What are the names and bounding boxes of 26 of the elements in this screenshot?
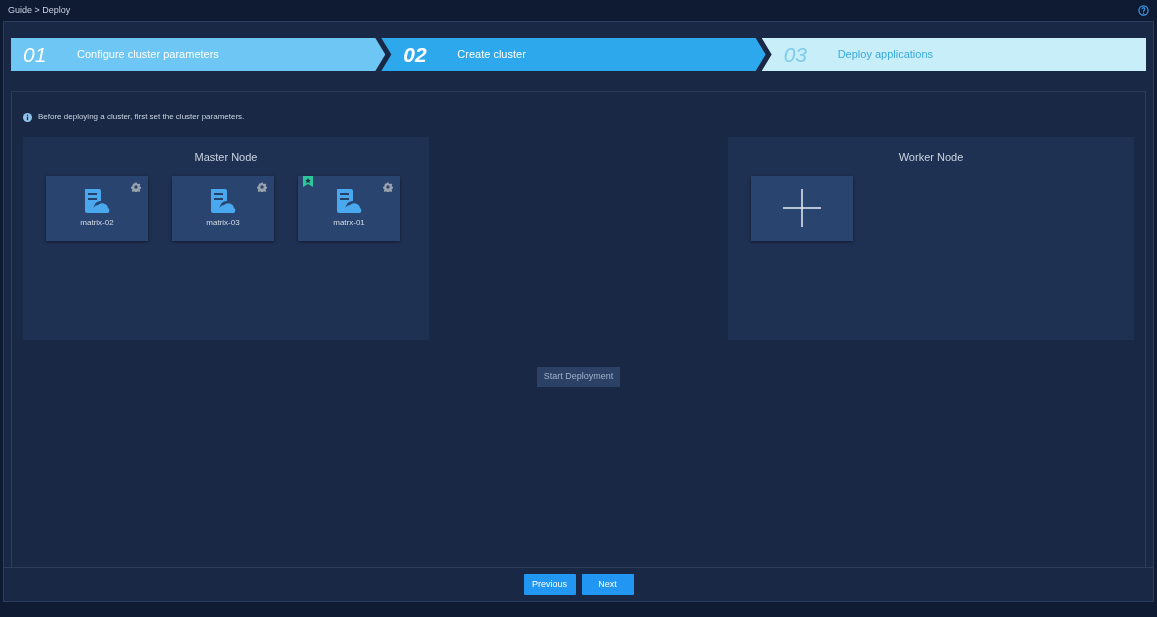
node-name: matrix-03 — [206, 216, 240, 229]
settings-icon[interactable] — [131, 181, 141, 192]
node-card[interactable]: matrix-02 — [46, 175, 148, 241]
plus-icon — [783, 189, 821, 227]
step-number: 03 — [783, 41, 808, 68]
info-icon — [23, 112, 32, 122]
step-label: Configure cluster parameters — [77, 47, 219, 63]
node-card[interactable]: matrix-03 — [172, 175, 274, 241]
node-card[interactable]: matrx-01 — [298, 175, 400, 241]
step-number: 01 — [23, 41, 48, 68]
server-cloud-icon — [335, 187, 363, 214]
breadcrumb: Guide > Deploy — [8, 3, 71, 17]
info-text: Before deploying a cluster, first set the cluster parameters. — [38, 111, 245, 123]
server-cloud-icon — [209, 187, 237, 214]
add-node-button[interactable] — [751, 175, 853, 241]
step-label: Create cluster — [457, 47, 526, 63]
step-label: Deploy applications — [837, 47, 934, 63]
server-cloud-icon — [83, 187, 111, 214]
node-name: matrix-02 — [80, 216, 114, 229]
panel-title: Worker Node — [898, 150, 964, 165]
settings-icon[interactable] — [383, 181, 393, 192]
panel-title: Master Node — [194, 150, 258, 165]
step-number: 02 — [403, 41, 428, 68]
help-icon[interactable] — [1138, 5, 1149, 16]
settings-icon[interactable] — [257, 181, 267, 192]
node-name: matrx-01 — [333, 216, 365, 229]
